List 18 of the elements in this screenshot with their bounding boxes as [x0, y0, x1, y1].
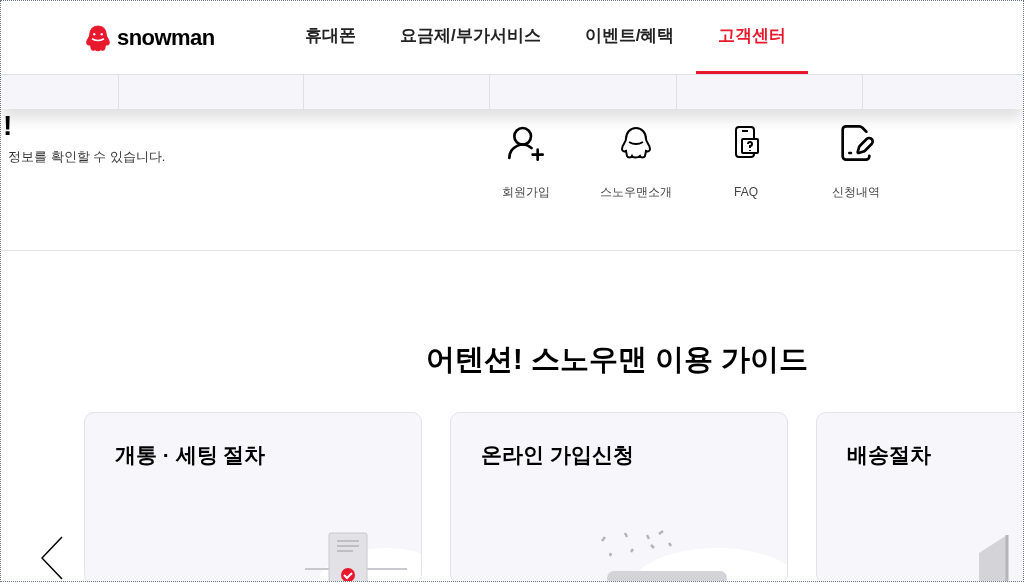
card-title: 온라인 가입신청 — [481, 442, 634, 466]
guide-card[interactable]: 온라인 가입신청 — [450, 411, 788, 581]
hero-title: ! — [3, 109, 14, 143]
guide-card[interactable]: 배송절차 — [816, 411, 1023, 581]
quick-link[interactable]: FAQ — [691, 123, 801, 250]
quick-link[interactable]: 신청내역 — [801, 123, 911, 250]
card-title: 배송절차 — [847, 442, 931, 466]
logo-wordmark[interactable]: snowman — [117, 21, 215, 54]
nav-link[interactable]: 휴대폰 — [283, 1, 378, 74]
card-title: 개통 · 세팅 절차 — [115, 442, 266, 466]
quick-link[interactable]: 회원가입 — [471, 123, 581, 250]
section-heading: 어텐션! 스노우맨 이용 가이드 — [425, 342, 809, 377]
nav-link[interactable]: 이벤트/혜택 — [562, 1, 697, 74]
hero-subtitle: 정보를 확인할 수 있습니다. — [7, 148, 167, 166]
nav-link[interactable]: 요금제/부가서비스 — [378, 1, 563, 74]
quick-link[interactable]: 스노우맨소개 — [581, 123, 691, 250]
chevron-left-icon — [41, 535, 63, 580]
guide-card[interactable]: 개통 · 세팅 절차 — [84, 411, 422, 581]
